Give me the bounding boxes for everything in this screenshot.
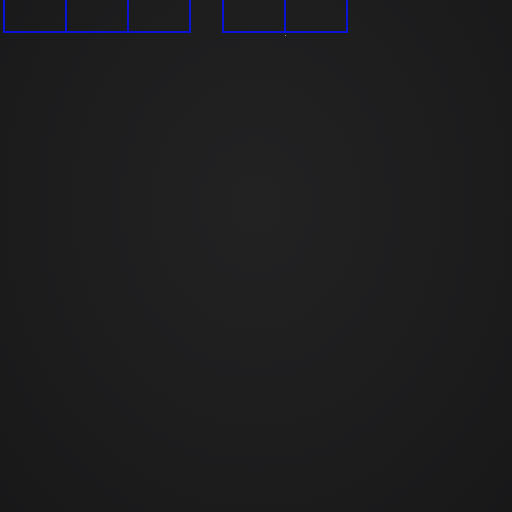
outlined-box-4 <box>222 0 286 33</box>
outlined-box-3 <box>127 0 191 33</box>
outlined-box-2 <box>65 0 129 33</box>
dark-canvas <box>0 0 512 512</box>
outlined-box-5 <box>284 0 348 33</box>
box-group-right <box>222 0 348 33</box>
box-group-left <box>3 0 191 33</box>
outlined-box-1 <box>3 0 67 33</box>
speck-dot <box>285 35 286 36</box>
